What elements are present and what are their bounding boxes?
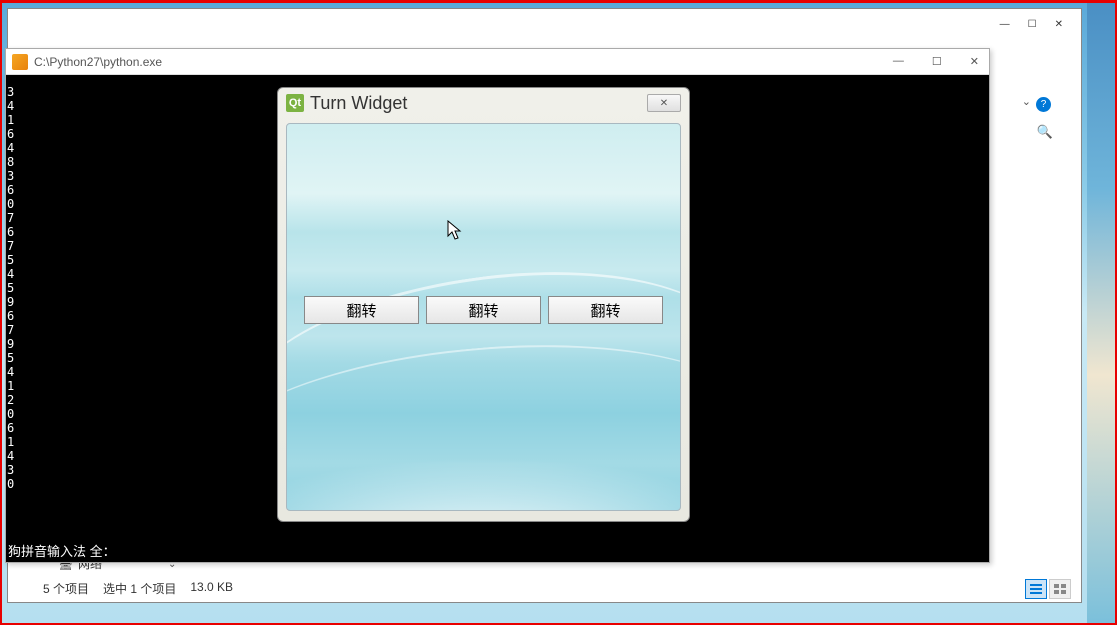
explorer-ribbon-chevron-icon[interactable]: ⌄ [1022, 95, 1031, 108]
view-icons-icon [1053, 583, 1067, 595]
turn-button-1[interactable]: 翻转 [304, 296, 419, 324]
qt-icon: Qt [286, 94, 304, 112]
status-size: 13.0 KB [190, 580, 233, 597]
view-details-button[interactable] [1025, 579, 1047, 599]
ime-status: 狗拼音输入法 全： [8, 541, 116, 560]
qt-dialog-body: 翻转 翻转 翻转 [286, 123, 681, 511]
qt-titlebar[interactable]: Qt Turn Widget ✕ [278, 88, 689, 118]
console-titlebar[interactable]: C:\Python27\python.exe — ☐ ✕ [6, 49, 989, 75]
explorer-statusbar: 5 个项目 选中 1 个项目 13.0 KB [43, 580, 233, 597]
explorer-maximize-button[interactable]: ☐ [1028, 19, 1037, 30]
explorer-view-buttons [1025, 579, 1071, 599]
explorer-titlebar: — ☐ ✕ [951, 9, 1081, 39]
status-item-count: 5 个项目 [43, 580, 89, 597]
console-minimize-button[interactable]: — [889, 55, 908, 68]
python-icon [12, 54, 28, 70]
console-output: 3 4 1 6 4 8 3 6 0 7 6 7 5 4 5 9 6 7 9 5 … [7, 85, 14, 491]
status-selected: 选中 1 个项目 [103, 580, 176, 597]
view-icons-button[interactable] [1049, 579, 1071, 599]
console-close-button[interactable]: ✕ [966, 55, 983, 68]
qt-dialog: Qt Turn Widget ✕ 翻转 翻转 翻转 [277, 87, 690, 522]
qt-dialog-title: Turn Widget [310, 93, 647, 114]
explorer-search-icon[interactable]: 🔍 [1037, 124, 1053, 140]
console-window-controls: — ☐ ✕ [889, 55, 983, 68]
console-maximize-button[interactable]: ☐ [928, 55, 946, 68]
explorer-minimize-button[interactable]: — [1000, 19, 1010, 30]
console-title: C:\Python27\python.exe [34, 55, 889, 69]
button-row: 翻转 翻转 翻转 [287, 296, 680, 324]
view-details-icon [1029, 583, 1043, 595]
explorer-help-icon[interactable]: ? [1036, 97, 1051, 112]
qt-close-button[interactable]: ✕ [647, 94, 681, 112]
explorer-close-button[interactable]: ✕ [1055, 19, 1063, 30]
turn-button-3[interactable]: 翻转 [548, 296, 663, 324]
turn-button-2[interactable]: 翻转 [426, 296, 541, 324]
